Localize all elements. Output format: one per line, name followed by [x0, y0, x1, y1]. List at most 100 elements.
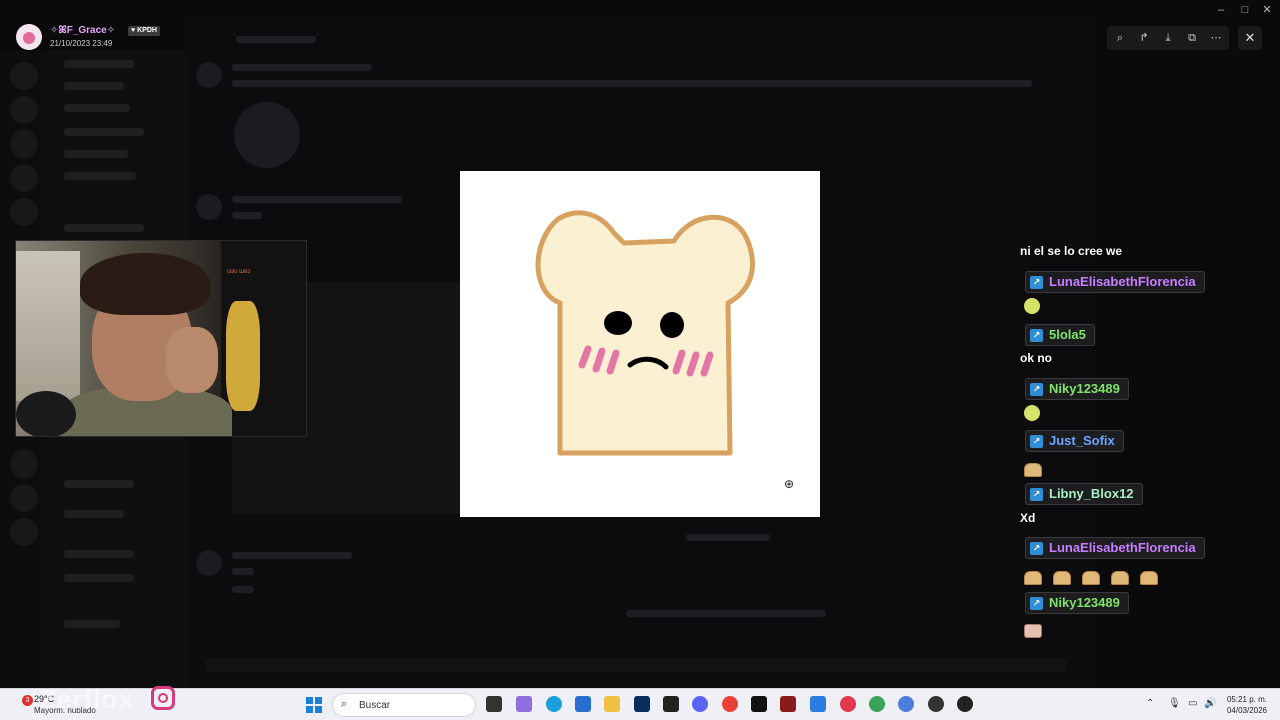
channel-item[interactable]	[64, 172, 136, 180]
chat-username-label: Libny_Blox12	[1049, 486, 1134, 501]
streamer-hand	[166, 327, 218, 393]
uploader-name[interactable]: ✧ꕤF_Grace✧	[50, 25, 115, 36]
channel-item[interactable]	[64, 82, 124, 90]
edge-icon[interactable]	[546, 696, 562, 712]
channel-item[interactable]	[64, 510, 124, 518]
network-icon[interactable]: ▭	[1188, 698, 1197, 709]
maximize-icon[interactable]: □	[1238, 3, 1252, 17]
chat-badge-icon: ↗	[1030, 276, 1043, 289]
bread-emote-icon	[1082, 571, 1100, 585]
watermark: Zerflox	[40, 684, 134, 714]
microphone	[16, 391, 76, 436]
window-titlebar: – □ ✕	[0, 0, 1280, 22]
task-view-icon[interactable]	[486, 696, 502, 712]
volume-icon[interactable]: 🔊	[1204, 698, 1216, 709]
green-face-emote-icon	[1024, 405, 1040, 421]
chat-username[interactable]: ↗ Niky123489	[1025, 592, 1129, 614]
taskbar-search[interactable]: ⌕ Buscar	[332, 693, 476, 717]
chrome-icon[interactable]	[722, 696, 738, 712]
taskbar: 3 29°C Mayorm. nublado ⌕ Buscar ⌃ 🎙 ▭ 🔊 …	[0, 688, 1280, 720]
minimize-icon[interactable]: –	[1214, 3, 1228, 17]
server-tag-badge: ♥ KPDH	[128, 26, 160, 36]
chat-badge-icon: ↗	[1030, 383, 1043, 396]
message-line	[232, 212, 262, 219]
copilot-icon[interactable]	[516, 696, 532, 712]
server-icon[interactable]	[10, 62, 38, 90]
chat-username[interactable]: ↗ Libny_Blox12	[1025, 483, 1143, 505]
capcut-icon[interactable]	[663, 696, 679, 712]
channel-item[interactable]	[64, 150, 128, 158]
uploader-header[interactable]: ✧ꕤF_Grace✧ ♥ KPDH 21/10/2023 23:49	[16, 24, 186, 52]
hand-emote-icon	[1024, 624, 1042, 638]
server-icon[interactable]	[10, 164, 38, 192]
chrome-profile-icon[interactable]	[898, 696, 914, 712]
chat-username[interactable]: ↗ Niky123489	[1025, 378, 1129, 400]
chat-username-label: 5lola5	[1049, 327, 1086, 342]
microphone-icon[interactable]: 🎙	[1168, 698, 1181, 709]
chat-username[interactable]: ↗ Just_Sofix	[1025, 430, 1124, 452]
message-line	[232, 80, 1032, 87]
close-window-icon[interactable]: ✕	[1260, 3, 1274, 17]
store-icon[interactable]	[575, 696, 591, 712]
forward-icon[interactable]: ↱	[1137, 31, 1151, 45]
open-external-icon[interactable]: ⧉	[1185, 31, 1199, 45]
chat-username[interactable]: ↗ 5lola5	[1025, 324, 1095, 346]
obs-icon[interactable]	[957, 696, 973, 712]
clock-date: 04/03/2026	[1226, 706, 1268, 715]
discord-icon[interactable]	[692, 696, 708, 712]
server-icon[interactable]	[10, 484, 38, 512]
bread-emote-icon	[1140, 571, 1158, 585]
taskbar-clock[interactable]: 05:21 p. m. 04/03/2026	[1222, 694, 1272, 716]
server-icon[interactable]	[10, 96, 38, 124]
start-icon[interactable]	[306, 697, 322, 713]
stream-chat: ni el se lo cree we ↗ LunaElisabethFlorenc…	[1020, 240, 1260, 640]
close-icon[interactable]: ✕	[1238, 26, 1262, 50]
channel-item[interactable]	[64, 224, 144, 232]
chat-username[interactable]: ↗ LunaElisabethFlorencia	[1025, 271, 1205, 293]
upload-date: 21/10/2023 23:49	[50, 39, 113, 48]
channel-item[interactable]	[64, 550, 134, 558]
chat-username-label: Niky123489	[1049, 381, 1120, 396]
image-preview[interactable]	[460, 171, 820, 517]
chat-badge-icon: ↗	[1030, 488, 1043, 501]
channel-item[interactable]	[64, 128, 144, 136]
channel-title-placeholder	[236, 36, 316, 43]
message-input[interactable]	[206, 658, 1066, 672]
screen: – □ ✕ ✧ꕤF_Grace✧ ♥ KPDH 21/10/2023 23:49…	[0, 0, 1280, 720]
channel-item[interactable]	[64, 104, 130, 112]
webcam-overlay-text: ıɜɜu ɯɐɔ	[227, 269, 251, 275]
explorer-icon[interactable]	[604, 696, 620, 712]
channel-item[interactable]	[64, 574, 134, 582]
message-line	[232, 64, 372, 71]
avatar[interactable]	[16, 24, 42, 50]
chat-username[interactable]: ↗ LunaElisabethFlorencia	[1025, 537, 1205, 559]
message-line	[232, 586, 254, 593]
server-icon[interactable]	[10, 450, 38, 478]
server-icon[interactable]	[10, 518, 38, 546]
app-icon[interactable]	[928, 696, 944, 712]
app-icon[interactable]	[810, 696, 826, 712]
chat-badge-icon: ↗	[1030, 542, 1043, 555]
avatar	[196, 194, 222, 220]
bread-emote-icon	[1024, 571, 1042, 585]
bread-emote-icon	[1053, 571, 1071, 585]
notification-badge: 3	[22, 695, 33, 706]
channel-item[interactable]	[64, 60, 134, 68]
message-line	[232, 568, 254, 575]
photoshop-icon[interactable]	[634, 696, 650, 712]
chat-username-label: LunaElisabethFlorencia	[1049, 274, 1196, 289]
server-icon[interactable]	[10, 198, 38, 226]
opera-icon[interactable]	[840, 696, 856, 712]
more-icon[interactable]: ⋯	[1209, 31, 1223, 45]
channel-item[interactable]	[64, 620, 120, 628]
download-icon[interactable]: ⤓	[1161, 31, 1175, 45]
capcut-alt-icon[interactable]	[751, 696, 767, 712]
toast-drawing	[535, 210, 755, 456]
app-icon[interactable]	[780, 696, 796, 712]
zoom-in-icon[interactable]: ⌕	[1113, 31, 1127, 45]
attachment-thumb	[234, 102, 300, 168]
channel-item[interactable]	[64, 480, 134, 488]
server-icon[interactable]	[10, 130, 38, 158]
chrome-profile-icon[interactable]	[869, 696, 885, 712]
chevron-up-icon[interactable]: ⌃	[1146, 698, 1154, 709]
